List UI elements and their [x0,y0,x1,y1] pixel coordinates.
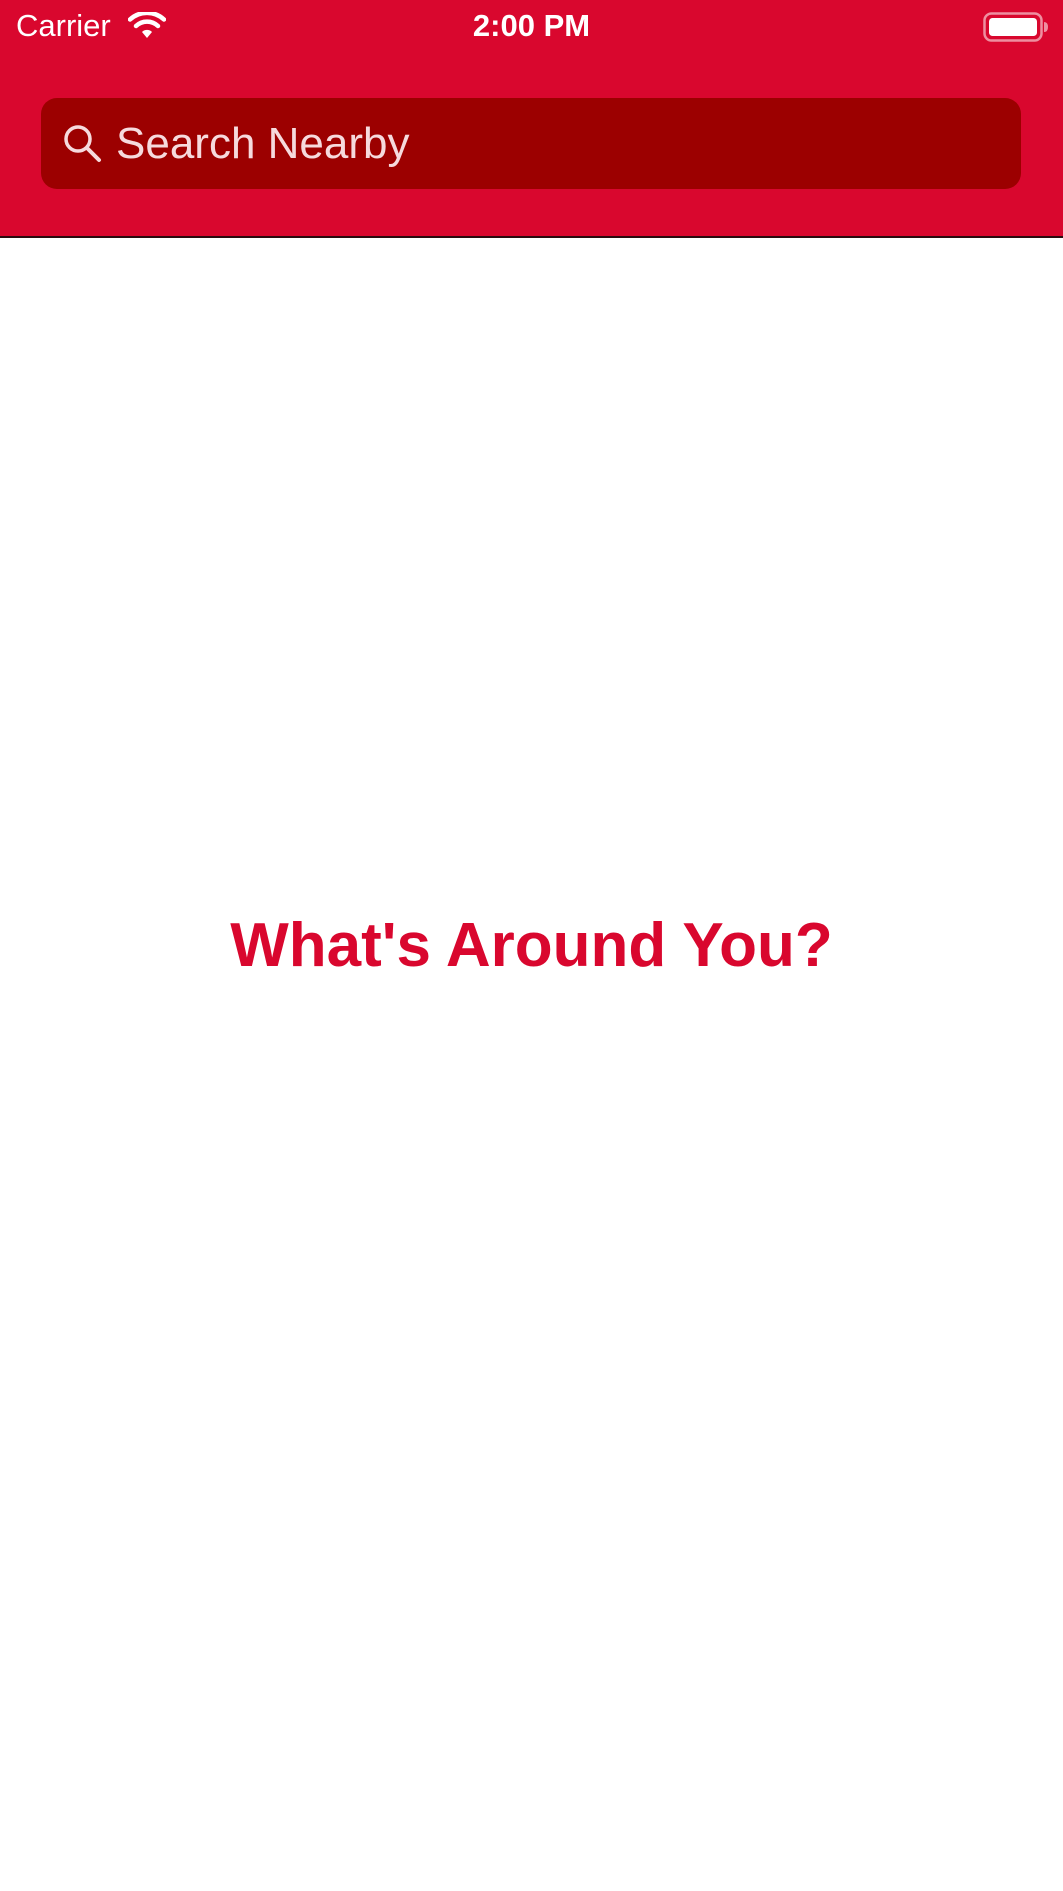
status-time: 2:00 PM [472,8,591,43]
battery-icon [983,12,1048,42]
header: Carrier 2:00 PM Search Nearby [0,0,1063,238]
app-screen: Carrier 2:00 PM Search Nearby What's Aro… [0,0,1063,1891]
search-field[interactable]: Search Nearby [41,98,1021,189]
page-title: What's Around You? [230,911,833,980]
status-bar: Carrier 2:00 PM [0,0,1063,54]
search-placeholder[interactable]: Search Nearby [116,98,409,189]
search-icon [64,125,101,162]
